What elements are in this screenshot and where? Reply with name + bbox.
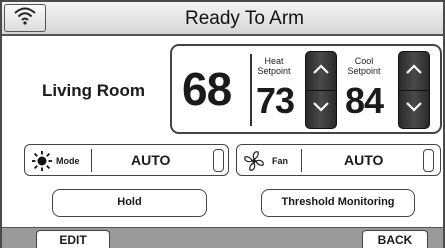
mode-label: Mode (56, 156, 80, 166)
fan-value: AUTO (344, 152, 384, 168)
wifi-icon (14, 7, 36, 30)
heat-label-line2: Setpoint (257, 66, 291, 76)
thermostat-panel: 68 Heat Setpoint 73 Cool Setpoint 84 (170, 44, 442, 134)
cool-down-button[interactable] (399, 90, 429, 128)
fan-toggle[interactable] (423, 149, 434, 172)
chevron-down-icon (405, 100, 423, 118)
heat-setpoint-label: Heat Setpoint (254, 56, 294, 76)
cool-up-button[interactable] (399, 52, 429, 90)
threshold-monitoring-button[interactable]: Threshold Monitoring (261, 189, 415, 217)
cool-setpoint-spinner (398, 51, 430, 129)
mode-toggle[interactable] (213, 149, 224, 172)
panel-divider (250, 54, 252, 126)
heat-setpoint-value: 73 (256, 80, 295, 121)
edit-button[interactable]: EDIT (36, 230, 110, 248)
cool-label-line1: Cool (354, 56, 374, 66)
chevron-up-icon (405, 62, 423, 80)
header-bar: Ready To Arm (2, 2, 443, 36)
mode-value: AUTO (131, 152, 171, 168)
heat-down-button[interactable] (306, 90, 336, 128)
thermostat-screen: Ready To Arm Living Room 68 Heat Setpoin… (0, 0, 445, 248)
current-temperature: 68 (182, 63, 232, 115)
heat-setpoint-spinner (305, 51, 337, 129)
mode-separator (91, 149, 92, 172)
back-button[interactable]: BACK (362, 230, 428, 248)
mode-control[interactable]: Mode AUTO (24, 144, 229, 176)
fan-control[interactable]: Fan AUTO (236, 144, 441, 176)
room-name: Living Room (42, 81, 145, 100)
fan-icon (243, 150, 265, 172)
cool-setpoint-label: Cool Setpoint (344, 56, 384, 76)
fan-label: Fan (272, 156, 289, 166)
heat-up-button[interactable] (306, 52, 336, 90)
wifi-status-button[interactable] (4, 4, 46, 32)
chevron-up-icon (312, 62, 330, 80)
page-title: Ready To Arm (185, 8, 304, 29)
fan-separator (301, 149, 302, 172)
chevron-down-icon (312, 100, 330, 118)
heat-label-line1: Heat (264, 56, 284, 66)
hold-button[interactable]: Hold (52, 189, 207, 217)
cool-label-line2: Setpoint (347, 66, 381, 76)
sun-icon (31, 150, 53, 172)
cool-setpoint-value: 84 (345, 80, 384, 121)
